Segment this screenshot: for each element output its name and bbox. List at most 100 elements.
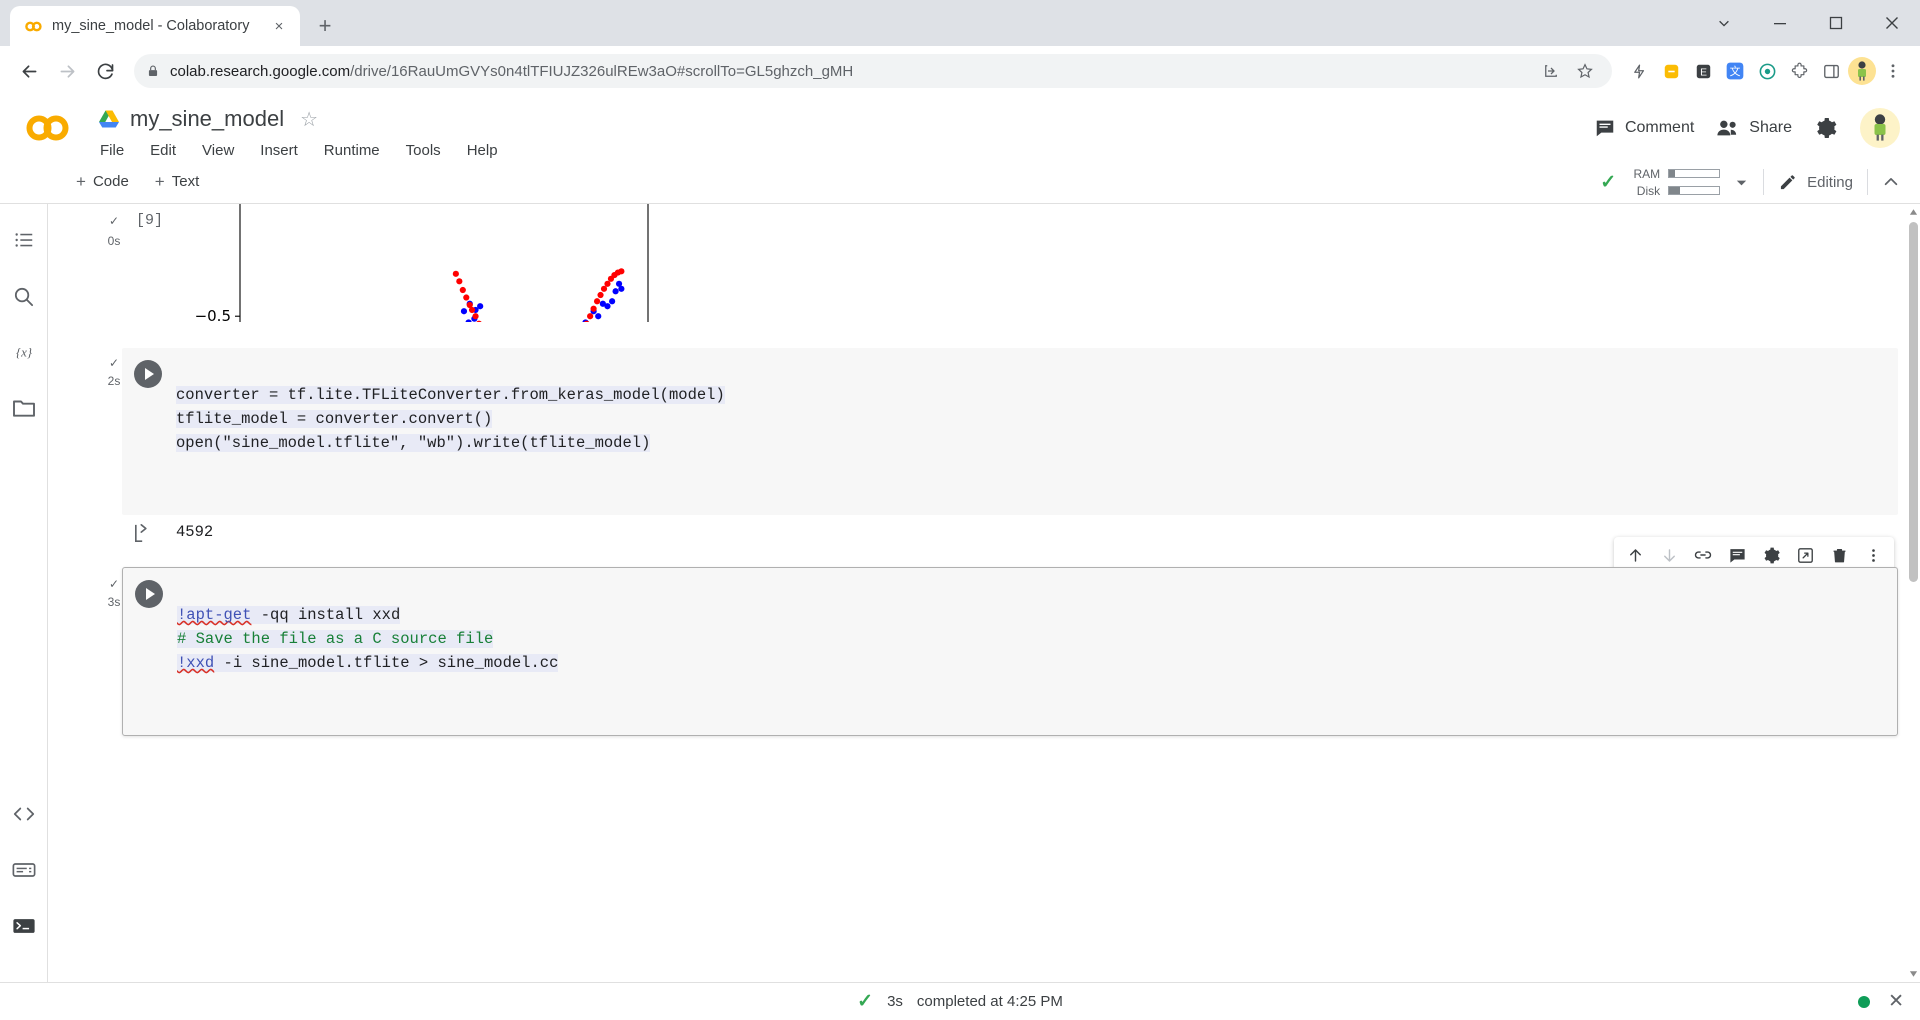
menu-edit[interactable]: Edit [148, 140, 178, 161]
forward-button[interactable] [50, 54, 84, 88]
disk-label: Disk [1630, 184, 1660, 198]
chrome-menu-icon[interactable] [1878, 56, 1908, 86]
svg-text:−0.5: −0.5 [195, 307, 231, 322]
add-code-label: Code [93, 173, 129, 190]
output-arrow-icon [134, 523, 162, 543]
mirror-cell-icon[interactable] [1790, 541, 1820, 569]
menu-file[interactable]: File [98, 140, 126, 161]
code-snippets-icon[interactable] [4, 792, 44, 836]
url-domain: colab.research.google.com [170, 63, 350, 80]
toc-icon[interactable] [4, 218, 44, 262]
more-cell-options-icon[interactable] [1858, 541, 1888, 569]
cell-xxd: ✓ 3s [48, 567, 1920, 736]
extension-grammar-icon[interactable]: E [1688, 56, 1718, 86]
editing-mode-button[interactable]: Editing [1778, 172, 1853, 192]
menu-tools[interactable]: Tools [404, 140, 443, 161]
notebook-title[interactable]: my_sine_model [130, 106, 284, 132]
move-cell-down-icon[interactable] [1654, 541, 1684, 569]
chrome-profile-avatar[interactable] [1848, 57, 1876, 85]
status-bar-close-icon[interactable]: ✕ [1888, 990, 1904, 1013]
notebook-scroll-area: ✓ 0s [9] −0.5−1.00123456 ✓ 2s converter … [48, 204, 1920, 982]
menu-insert[interactable]: Insert [258, 140, 300, 161]
scroll-up-arrow-icon[interactable] [1909, 208, 1918, 216]
share-page-icon[interactable] [1536, 56, 1566, 86]
window-maximize-button[interactable] [1808, 0, 1864, 46]
tab-close-icon[interactable]: × [268, 15, 290, 37]
tab-search-chevron-icon[interactable] [1696, 0, 1752, 46]
resources-dropdown-icon[interactable] [1734, 175, 1749, 190]
gear-icon [1814, 116, 1838, 140]
bookmark-star-icon[interactable] [1570, 56, 1600, 86]
code-line-3: open("sine_model.tflite", "wb").write(tf… [176, 434, 650, 452]
translate-icon[interactable]: 文 [1720, 56, 1750, 86]
toolbar-divider-2 [1867, 169, 1868, 195]
browser-tab-active[interactable]: my_sine_model - Colaboratory × [10, 6, 300, 46]
window-minimize-button[interactable] [1752, 0, 1808, 46]
side-panel-icon[interactable] [1816, 56, 1846, 86]
colab-profile-avatar[interactable] [1860, 108, 1900, 148]
new-tab-button[interactable]: + [308, 9, 342, 43]
notebook-title-block: my_sine_model ☆ File Edit View Insert Ru… [98, 96, 500, 161]
add-code-cell-button[interactable]: + Code [68, 168, 137, 196]
code-cell-body-selected[interactable]: !apt-get -qq install xxd# Save the file … [122, 567, 1898, 736]
status-duration: 3s [887, 993, 903, 1010]
share-people-icon [1716, 117, 1740, 139]
comment-icon [1594, 117, 1616, 139]
code-editor[interactable]: !apt-get -qq install xxd# Save the file … [177, 578, 558, 723]
extension-circle-icon[interactable] [1752, 56, 1782, 86]
collapse-header-icon[interactable] [1882, 173, 1900, 191]
menu-view[interactable]: View [200, 140, 236, 161]
terminal-icon[interactable] [4, 904, 44, 948]
add-text-cell-button[interactable]: + Text [147, 168, 207, 196]
comment-button[interactable]: Comment [1594, 117, 1694, 139]
colab-page: my_sine_model ☆ File Edit View Insert Ru… [0, 96, 1920, 1020]
command-palette-icon[interactable] [4, 848, 44, 892]
run-cell-button[interactable] [134, 360, 162, 388]
tab-strip: my_sine_model - Colaboratory × + [0, 0, 1920, 46]
pencil-icon [1778, 172, 1798, 192]
window-close-button[interactable] [1864, 0, 1920, 46]
code-cell-body[interactable]: converter = tf.lite.TFLiteConverter.from… [122, 348, 1898, 515]
scrollbar-thumb[interactable] [1909, 222, 1918, 582]
search-icon[interactable] [4, 274, 44, 318]
editing-label: Editing [1807, 174, 1853, 191]
cell-converter: ✓ 2s converter = tf.lite.TFLiteConverter… [48, 348, 1920, 545]
move-cell-up-icon[interactable] [1620, 541, 1650, 569]
cell-runtime: 0s [94, 234, 134, 248]
address-bar[interactable]: colab.research.google.com/drive/16RauUmG… [134, 54, 1612, 88]
puzzle-icon[interactable] [1784, 56, 1814, 86]
extension-lightning-icon[interactable] [1624, 56, 1654, 86]
variables-icon[interactable]: {x} [4, 330, 44, 374]
colab-logo-icon[interactable] [20, 96, 76, 160]
cell-settings-gear-icon[interactable] [1756, 541, 1786, 569]
cell-plot-output: ✓ 0s [9] −0.5−1.00123456 [48, 204, 1920, 322]
code-editor[interactable]: converter = tf.lite.TFLiteConverter.from… [176, 358, 725, 503]
matplotlib-plot: −0.5−1.00123456 [188, 204, 658, 322]
toolbar-divider [1763, 169, 1764, 195]
status-message: completed at 4:25 PM [917, 993, 1063, 1010]
comment-label: Comment [1625, 119, 1694, 137]
colab-header: my_sine_model ☆ File Edit View Insert Ru… [0, 96, 1920, 160]
share-button[interactable]: Share [1716, 117, 1792, 139]
connection-status-dot [1858, 996, 1870, 1008]
reload-button[interactable] [88, 54, 122, 88]
settings-button[interactable] [1814, 116, 1838, 140]
link-to-cell-icon[interactable] [1688, 541, 1718, 569]
plus-icon: + [155, 172, 165, 192]
delete-cell-icon[interactable] [1824, 541, 1854, 569]
files-icon[interactable] [4, 386, 44, 430]
run-cell-button[interactable] [135, 580, 163, 608]
star-icon[interactable]: ☆ [300, 107, 318, 132]
add-comment-icon[interactable] [1722, 541, 1752, 569]
back-button[interactable] [12, 54, 46, 88]
colab-body: {x} [0, 204, 1920, 982]
google-drive-icon [98, 109, 120, 129]
notebook-scrollbar[interactable] [1906, 204, 1920, 982]
menu-help[interactable]: Help [465, 140, 500, 161]
browser-window: my_sine_model - Colaboratory × + [0, 0, 1920, 1020]
resource-meters[interactable]: RAM Disk [1630, 167, 1720, 198]
scroll-down-arrow-icon[interactable] [1909, 970, 1918, 978]
colab-header-actions: Comment Share [1594, 108, 1900, 148]
extension-yellow-icon[interactable] [1656, 56, 1686, 86]
menu-runtime[interactable]: Runtime [322, 140, 382, 161]
